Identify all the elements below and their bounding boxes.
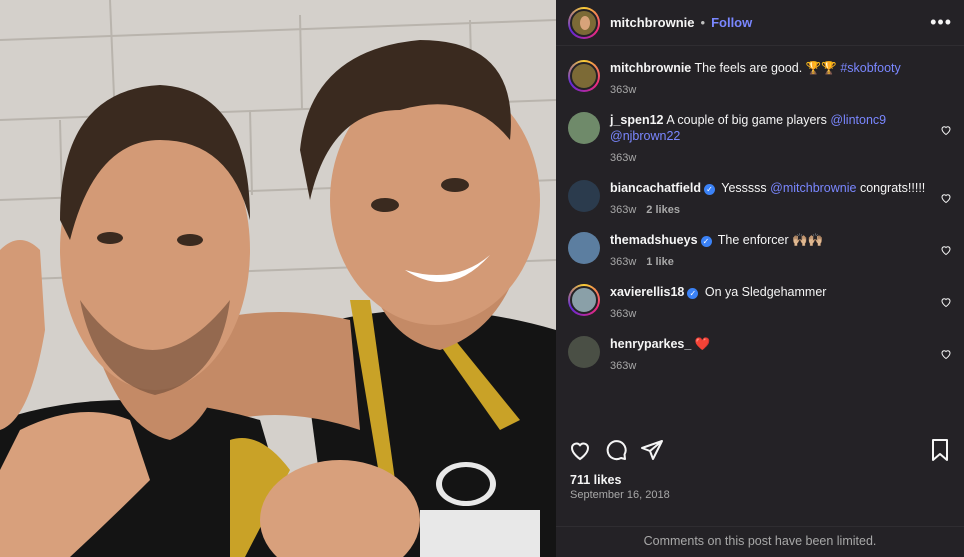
- comment-mention[interactable]: @njbrown22: [610, 129, 680, 143]
- comments-list: mitchbrownie The feels are good. 🏆🏆 #sko…: [556, 46, 964, 374]
- post-photo[interactable]: [0, 0, 556, 557]
- comment-icon[interactable]: [604, 438, 628, 462]
- verified-icon: ✓: [704, 184, 715, 195]
- commenter-avatar[interactable]: [568, 232, 600, 264]
- verified-icon: ✓: [687, 288, 699, 299]
- comment: xavierellis18 ✓ On ya Sledgehammer 363w: [568, 284, 952, 322]
- heart-icon[interactable]: [940, 348, 952, 360]
- heart-icon[interactable]: [940, 244, 952, 256]
- instagram-post: mitchbrownie • Follow ••• mitchbrownie T…: [0, 0, 964, 557]
- comment: henryparkes_ ❤️ 363w: [568, 336, 952, 374]
- commenter-avatar[interactable]: [568, 284, 600, 316]
- post-actions: [568, 435, 952, 465]
- post-image: [0, 0, 556, 557]
- comment-likes[interactable]: 1 like: [646, 256, 674, 268]
- verified-icon: ✓: [700, 236, 712, 247]
- post-date: September 16, 2018: [570, 489, 670, 501]
- share-icon[interactable]: [640, 438, 664, 462]
- comment-text: congrats!!!!!: [859, 181, 926, 195]
- comment-username[interactable]: biancachatfield: [610, 181, 701, 195]
- comment-time: 363w: [610, 360, 637, 372]
- comment: biancachatfield ✓ Yesssss @mitchbrownie c…: [568, 180, 952, 218]
- comment-mention[interactable]: @mitchbrownie: [770, 181, 856, 195]
- follow-button[interactable]: Follow: [711, 15, 752, 30]
- comment-time: 363w: [610, 204, 637, 216]
- heart-icon[interactable]: [940, 124, 952, 136]
- comment: themadshueys ✓ The enforcer 🙌🏼🙌🏼 363w 1 li…: [568, 232, 952, 270]
- caption: mitchbrownie The feels are good. 🏆🏆 #sko…: [568, 60, 952, 98]
- heart-icon[interactable]: [940, 296, 952, 308]
- post-side-panel: mitchbrownie • Follow ••• mitchbrownie T…: [556, 0, 964, 557]
- heart-icon[interactable]: [940, 192, 952, 204]
- comment-username[interactable]: henryparkes_: [610, 337, 691, 351]
- header-separator: •: [700, 15, 706, 30]
- comment-text: Yesssss: [721, 181, 767, 195]
- caption-time: 363w: [610, 84, 637, 96]
- comment-text: The enforcer 🙌🏼🙌🏼: [717, 233, 824, 247]
- commenter-avatar[interactable]: [568, 112, 600, 144]
- comment-time: 363w: [610, 256, 637, 268]
- comment-likes[interactable]: 2 likes: [646, 204, 680, 216]
- comment: j_spen12 A couple of big game players @l…: [568, 112, 952, 166]
- heart-icon[interactable]: [568, 438, 592, 462]
- caption-hashtag[interactable]: #skobfooty: [840, 61, 900, 75]
- comment-username[interactable]: themadshueys: [610, 233, 698, 247]
- bookmark-icon[interactable]: [928, 438, 952, 462]
- caption-username[interactable]: mitchbrownie: [610, 61, 691, 75]
- comment-username[interactable]: xavierellis18: [610, 285, 684, 299]
- caption-avatar[interactable]: [568, 60, 600, 92]
- author-username[interactable]: mitchbrownie: [610, 15, 695, 30]
- comment-mention[interactable]: @lintonc9: [830, 113, 886, 127]
- more-icon[interactable]: •••: [930, 12, 952, 33]
- comment-username[interactable]: j_spen12: [610, 113, 664, 127]
- post-header: mitchbrownie • Follow •••: [556, 0, 964, 46]
- comment-text: On ya Sledgehammer: [704, 285, 827, 299]
- comments-limited-notice: Comments on this post have been limited.: [556, 526, 964, 557]
- comment-text: A couple of big game players: [666, 113, 827, 127]
- comment-text: ❤️: [694, 337, 711, 351]
- commenter-avatar[interactable]: [568, 180, 600, 212]
- author-avatar[interactable]: [568, 6, 600, 39]
- comment-time: 363w: [610, 308, 637, 320]
- commenter-avatar[interactable]: [568, 336, 600, 368]
- comment-time: 363w: [610, 152, 637, 164]
- likes-count[interactable]: 711 likes: [570, 473, 621, 487]
- caption-text: The feels are good. 🏆🏆: [694, 61, 837, 75]
